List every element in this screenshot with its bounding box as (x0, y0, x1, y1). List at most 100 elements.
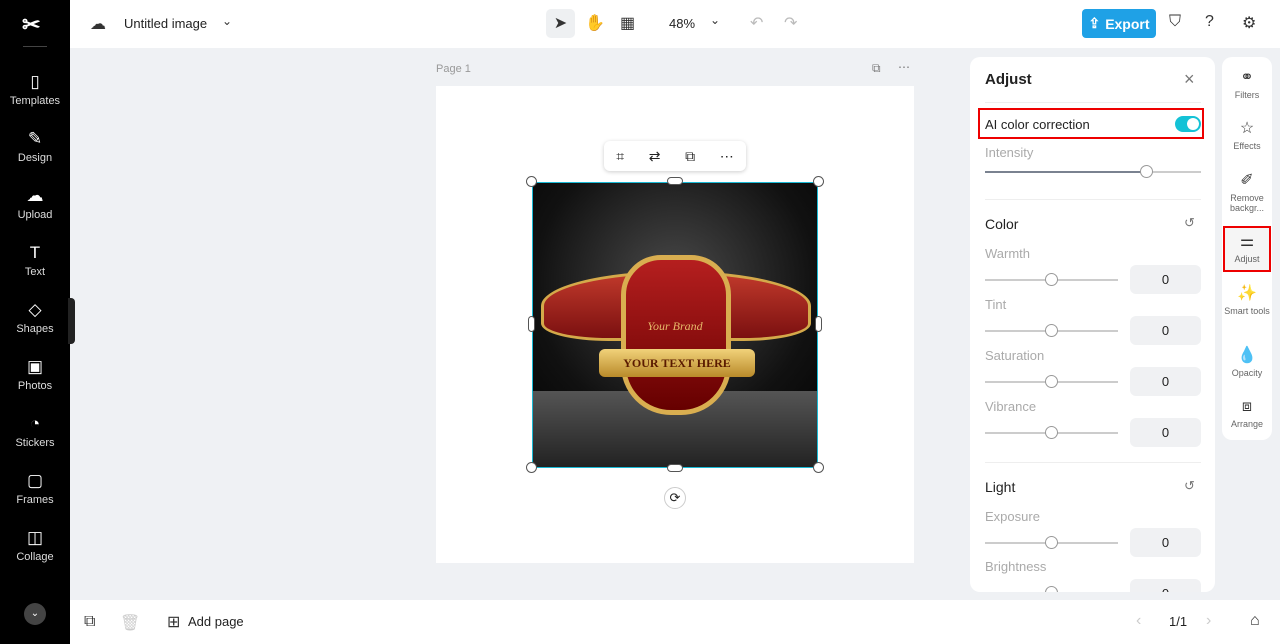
resize-handle[interactable] (526, 462, 537, 473)
divider (985, 462, 1201, 463)
tool-opacity[interactable]: 💧 Opacity (1222, 347, 1272, 378)
sidebar-item-upload[interactable]: ☁ Upload (0, 186, 70, 221)
chevron-down-icon[interactable]: ⌄ (222, 14, 232, 28)
prev-page-icon[interactable]: ‹ (1136, 612, 1141, 630)
trash-icon[interactable]: 🗑 (120, 613, 140, 633)
exposure-input[interactable]: 0 (1130, 528, 1201, 557)
divider (985, 102, 1201, 103)
warmth-slider[interactable] (985, 273, 1118, 286)
saturation-label: Saturation (985, 348, 1045, 363)
label: Photos (17, 380, 53, 392)
help-icon[interactable]: ? (1205, 13, 1214, 31)
light-section-title: Light (985, 479, 1016, 495)
sidebar-item-photos[interactable]: ▣ Photos (0, 357, 70, 392)
export-button[interactable]: ⇪ Export (1082, 9, 1156, 38)
reset-light-icon[interactable]: ↺ (1184, 478, 1195, 494)
label: Filters (1234, 90, 1260, 100)
tint-slider[interactable] (985, 324, 1118, 337)
document-title[interactable]: Untitled image (124, 16, 207, 31)
label: Effects (1233, 141, 1261, 151)
stickers-icon: ◔ (29, 414, 41, 433)
resize-handle[interactable] (813, 176, 824, 187)
photos-icon: ▣ (26, 357, 44, 376)
vibrance-input[interactable]: 0 (1130, 418, 1201, 447)
tool-remove-background[interactable]: ✐ Remove backgr... (1222, 172, 1272, 213)
zoom-chevron-icon[interactable]: ⌄ (710, 13, 720, 27)
layers-icon[interactable]: ⧉ (84, 613, 95, 631)
divider (985, 199, 1201, 200)
brightness-input[interactable]: 0 (1130, 579, 1201, 592)
replace-icon[interactable]: ⇄ (649, 148, 661, 165)
cloud-saved-icon: ☁ (90, 16, 106, 33)
capcut-logo[interactable]: ✂ (22, 12, 40, 38)
crop-icon[interactable]: ⌗ (616, 148, 624, 165)
shapes-icon: ◇ (28, 300, 42, 319)
remove-background-icon: ✐ (1240, 172, 1254, 189)
label: Frames (16, 494, 54, 506)
resize-handle[interactable] (813, 462, 824, 473)
bottom-bar: ⧉ 🗑 ⊞ Add page ‹ 1/1 › ⌂ (70, 600, 1280, 644)
resize-handle[interactable] (528, 316, 535, 332)
close-icon[interactable]: × (1184, 69, 1195, 90)
design-icon: ✎ (27, 129, 43, 148)
reset-color-icon[interactable]: ↺ (1184, 215, 1195, 231)
tint-label: Tint (985, 297, 1007, 312)
label: Opacity (1231, 368, 1263, 378)
sidebar-item-stickers[interactable]: ◔ Stickers (0, 414, 70, 449)
image-shield (621, 255, 731, 415)
resize-icon[interactable]: ▦ (620, 13, 635, 33)
templates-icon: ▯ (30, 72, 40, 91)
resize-handle[interactable] (667, 464, 683, 472)
resize-handle[interactable] (526, 176, 537, 187)
tint-input[interactable]: 0 (1130, 316, 1201, 345)
vibrance-slider[interactable] (985, 426, 1118, 439)
resize-handle[interactable] (815, 316, 822, 332)
redo-icon[interactable]: ↷ (784, 13, 797, 33)
undo-icon[interactable]: ↶ (750, 13, 763, 33)
sidebar-item-templates[interactable]: ▯ Templates (0, 72, 70, 107)
sidebar-item-collage[interactable]: ◫ Collage (0, 528, 70, 563)
tool-filters[interactable]: ⚭ Filters (1222, 69, 1272, 100)
page-manager-icon[interactable]: ⌂ (1250, 612, 1260, 630)
page-label: Page 1 (436, 63, 471, 75)
zoom-level[interactable]: 48% (669, 16, 695, 31)
saturation-slider[interactable] (985, 375, 1118, 388)
rotate-icon[interactable]: ⟳ (664, 487, 686, 509)
label: Smart tools (1224, 306, 1270, 316)
warmth-label: Warmth (985, 246, 1031, 261)
sidebar-item-shapes[interactable]: ◇ Shapes (0, 300, 70, 335)
collage-icon: ◫ (26, 528, 44, 547)
sidebar-item-text[interactable]: T Text (0, 243, 70, 278)
hand-tool-icon[interactable]: ✋ (585, 13, 605, 33)
add-page-icon[interactable]: ⊞ (167, 612, 180, 632)
add-page-button[interactable]: Add page (188, 614, 244, 629)
intensity-label: Intensity (985, 145, 1034, 160)
settings-icon[interactable]: ⚙ (1242, 13, 1256, 33)
tool-effects[interactable]: ☆ Effects (1222, 120, 1272, 151)
sidebar-item-frames[interactable]: ▢ Frames (0, 471, 70, 506)
more-icon[interactable]: ⋯ (898, 60, 910, 74)
tool-arrange[interactable]: ⧈ Arrange (1222, 398, 1272, 429)
arrange-icon: ⧈ (1241, 398, 1253, 415)
opacity-icon: 💧 (1237, 347, 1257, 364)
select-tool-icon[interactable]: ➤ (546, 9, 575, 38)
intensity-slider[interactable] (985, 165, 1201, 178)
upload-icon: ☁ (26, 186, 44, 205)
expand-icon[interactable]: ⌄ (24, 603, 46, 625)
resize-handle[interactable] (667, 177, 683, 185)
tool-smart-tools[interactable]: ✨ Smart tools (1222, 285, 1272, 316)
filters-icon: ⚭ (1240, 69, 1254, 86)
exposure-slider[interactable] (985, 536, 1118, 549)
saturation-input[interactable]: 0 (1130, 367, 1201, 396)
image-ribbon-text: YOUR TEXT HERE (599, 349, 755, 377)
selected-image[interactable]: Your Brand YOUR TEXT HERE (532, 182, 818, 468)
page-count: 1/1 (1169, 614, 1188, 629)
warmth-input[interactable]: 0 (1130, 265, 1201, 294)
shield-icon[interactable]: ⛉ (1169, 13, 1181, 31)
duplicate-icon[interactable]: ⧉ (685, 148, 695, 165)
more-icon[interactable]: ⋯ (720, 148, 734, 165)
duplicate-page-icon[interactable]: ⧉ (872, 61, 881, 76)
next-page-icon[interactable]: › (1206, 612, 1211, 630)
collapse-sidebar-handle[interactable] (68, 298, 75, 344)
sidebar-item-design[interactable]: ✎ Design (0, 129, 70, 164)
